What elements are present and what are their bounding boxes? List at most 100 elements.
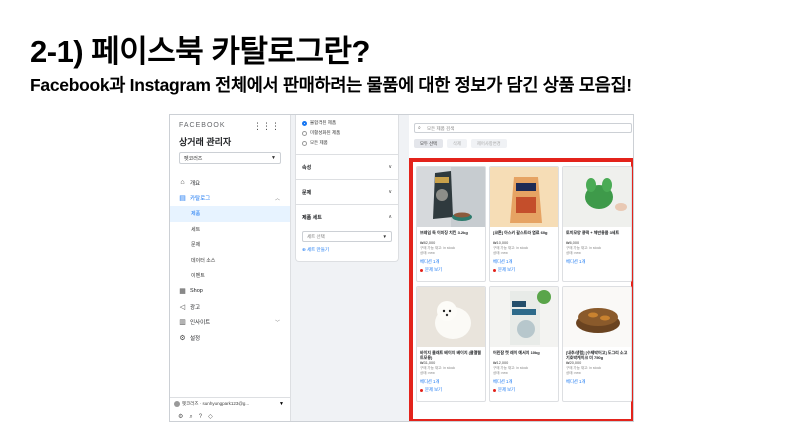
filter-option-rejected[interactable]: 불합격된 제품 bbox=[296, 118, 398, 128]
section-label: 속성 bbox=[302, 164, 312, 171]
sidebar-nav: ⌂ 개요 ▤ 카탈로그 ︿ 제품 세트 문제 데이터 소스 이벤트 ▦ Shop… bbox=[170, 175, 290, 346]
commerce-manager-screenshot: FACEBOOK ⋮⋮⋮ 상거래 관리자 펫코러즈 ▼ ⌂ 개요 ▤ 카탈로그 … bbox=[169, 114, 634, 422]
sidebar-item-label: 문제 bbox=[191, 242, 201, 249]
search-input[interactable]: ⌕ 모든 제품 검색 bbox=[414, 123, 632, 133]
delete-button[interactable]: 삭제 bbox=[447, 139, 467, 148]
filter-option-all[interactable]: 모든 제품 bbox=[296, 138, 398, 148]
chevron-down-icon: ∨ bbox=[388, 164, 392, 170]
product-name: 어린잠 캣 레이 예서지 10kg bbox=[493, 350, 540, 355]
account-label: 펫코러즈 · sunhyungpark123@g... bbox=[182, 401, 250, 406]
product-card[interactable]: [코튼] 아스키 갈스트라 염료 60g ₩10,000 구매 가능 재고: i… bbox=[489, 166, 559, 282]
sidebar-item-label: 카탈로그 bbox=[190, 196, 211, 203]
product-name: [코튼] 아스키 갈스트라 염료 60g bbox=[493, 230, 548, 235]
product-card[interactable]: 토끼모양 콩떡 + 체반용품 3세트 ₩6,000 구매 가능 재고: in s… bbox=[562, 166, 632, 282]
filter-section-attributes[interactable]: 속성 ∨ bbox=[296, 154, 398, 179]
set-select[interactable]: 세트 선택 ▼ bbox=[302, 231, 392, 242]
product-card[interactable]: [내추/생럼] [수제박어고] 도그리 소고기호박케이크 미 750g ₩20,… bbox=[562, 286, 632, 402]
error-dot-icon bbox=[493, 388, 496, 392]
error-dot-icon bbox=[420, 388, 423, 392]
sidebar-item-settings[interactable]: ⚙ 설정 bbox=[170, 330, 290, 346]
sidebar-item-data-sources[interactable]: 데이터 소스 bbox=[170, 253, 290, 269]
product-name: 브레임 득 이미징 치킨 3.2kg bbox=[420, 230, 468, 235]
section-label: 문제 bbox=[302, 189, 312, 196]
product-image-white-dog bbox=[417, 287, 485, 347]
view-issue-link[interactable]: 문제 보기 bbox=[417, 265, 485, 273]
product-version-link[interactable]: 베디션 1개 bbox=[490, 256, 558, 265]
sidebar-item-label: 개요 bbox=[190, 180, 201, 187]
sidebar-item-sets[interactable]: 세트 bbox=[170, 222, 290, 238]
chevron-down-icon: ﹀ bbox=[274, 319, 280, 326]
product-card[interactable]: 어린잠 캣 레이 예서지 10kg ₩12,000 구매 가능 재고: in s… bbox=[489, 286, 559, 402]
sidebar-item-issues[interactable]: 문제 bbox=[170, 237, 290, 253]
product-version-link[interactable]: 베디션 1개 bbox=[563, 256, 631, 265]
filter-option-label: 불합격된 제품 bbox=[310, 120, 337, 125]
sidebar-item-label: 데이터 소스 bbox=[191, 257, 216, 264]
home-icon: ⌂ bbox=[180, 179, 185, 187]
radio-selected[interactable] bbox=[302, 120, 307, 126]
settings-icon[interactable]: ⚙ bbox=[178, 414, 189, 420]
product-version-link[interactable]: 베디션 1개 bbox=[563, 376, 631, 385]
make-set-link[interactable]: ⊕ 세트 만들기 bbox=[302, 247, 392, 253]
product-version-link[interactable]: 베디션 1개 bbox=[490, 376, 558, 385]
select-all-button[interactable]: 모두 선택 bbox=[414, 139, 444, 148]
product-image-dog-food-bag bbox=[417, 167, 485, 227]
error-dot-icon bbox=[420, 268, 423, 272]
set-select-placeholder: 세트 선택 bbox=[307, 234, 325, 239]
sidebar-item-insights[interactable]: ▥ 인사이트 ﹀ bbox=[170, 315, 290, 331]
sidebar-item-label: 설정 bbox=[190, 335, 201, 342]
bell-icon[interactable]: ◇ bbox=[208, 414, 219, 420]
catalog-icon: ▤ bbox=[179, 195, 186, 203]
shop-icon: ▦ bbox=[179, 288, 186, 296]
filters-panel: 불합격된 제품 미활성화된 제품 모든 제품 속성 ∨ 문제 ∨ 제품 세트 ∧… bbox=[295, 115, 399, 262]
caret-down-icon: ▼ bbox=[271, 155, 276, 161]
product-name: 바이지 클래트 베이지 베이지 (클앨캘트모용) bbox=[420, 350, 481, 360]
help-icon[interactable]: ? bbox=[199, 414, 208, 420]
error-dot-icon bbox=[493, 268, 496, 272]
chevron-down-icon: ∨ bbox=[388, 189, 392, 195]
sidebar-item-products[interactable]: 제품 bbox=[170, 206, 290, 222]
edit-button[interactable]: 제어사항변경 bbox=[470, 139, 507, 148]
business-select-value: 펫코러즈 bbox=[184, 156, 203, 162]
sidebar-item-events[interactable]: 이벤트 bbox=[170, 268, 290, 284]
sidebar-item-label: 이벤트 bbox=[191, 273, 205, 280]
search-placeholder: 모든 제품 검색 bbox=[427, 126, 455, 131]
apps-grid-icon[interactable]: ⋮⋮⋮ bbox=[253, 121, 280, 132]
product-list-area: ⌕ 모든 제품 검색 모두 선택 삭제 제어사항변경 브레임 득 이미징 치킨 … bbox=[409, 115, 633, 421]
sidebar-item-label: 세트 bbox=[191, 226, 201, 233]
sidebar-item-overview[interactable]: ⌂ 개요 bbox=[170, 175, 290, 191]
sidebar-item-ads[interactable]: ◁ 광고 bbox=[170, 299, 290, 315]
radio[interactable] bbox=[302, 140, 307, 146]
account-switcher[interactable]: 펫코러즈 · sunhyungpark123@g... ▼ ⚙⌕?◇ bbox=[170, 397, 290, 421]
sidebar-item-catalog[interactable]: ▤ 카탈로그 ︿ bbox=[170, 191, 290, 207]
product-name: [내추/생럼] [수제박어고] 도그리 소고기호박케이크 미 750g bbox=[566, 350, 628, 360]
product-name: 토끼모양 콩떡 + 체반용품 3세트 bbox=[566, 230, 620, 235]
section-label: 제품 세트 bbox=[302, 214, 322, 221]
page-title: 상거래 관리자 bbox=[179, 137, 232, 147]
view-issue-link[interactable]: 문제 보기 bbox=[417, 385, 485, 393]
radio[interactable] bbox=[302, 130, 307, 136]
filter-section-product-sets[interactable]: 제품 세트 ∧ bbox=[296, 204, 398, 229]
highlight-box: 브레임 득 이미징 치킨 3.2kg ₩82,000 구매 가능 재고: in … bbox=[409, 158, 633, 421]
sidebar-item-label: 광고 bbox=[190, 304, 201, 311]
view-issue-link[interactable]: 문제 보기 bbox=[490, 265, 558, 273]
search-icon[interactable]: ⌕ bbox=[189, 414, 198, 420]
product-version-link[interactable]: 베디션 1개 bbox=[417, 256, 485, 265]
business-select[interactable]: 펫코러즈 ▼ bbox=[179, 152, 281, 164]
product-card[interactable]: 브레임 득 이미징 치킨 3.2kg ₩82,000 구매 가능 재고: in … bbox=[416, 166, 486, 282]
chevron-up-icon: ︿ bbox=[274, 195, 280, 202]
view-issue-label: 문제 보기 bbox=[498, 267, 516, 272]
footer-icons[interactable]: ⚙⌕?◇ bbox=[178, 413, 219, 421]
filter-option-inactive[interactable]: 미활성화된 제품 bbox=[296, 128, 398, 138]
sidebar-item-shop[interactable]: ▦ Shop bbox=[170, 284, 290, 300]
filter-section-issues[interactable]: 문제 ∨ bbox=[296, 179, 398, 204]
chevron-up-icon: ∧ bbox=[388, 214, 392, 220]
product-image-green-toy bbox=[563, 167, 631, 227]
product-image-dog-cake bbox=[563, 287, 631, 347]
view-issue-link[interactable]: 문제 보기 bbox=[490, 385, 558, 393]
caret-down-icon: ▼ bbox=[279, 401, 284, 407]
product-card[interactable]: 바이지 클래트 베이지 베이지 (클앨캘트모용) ₩31,000 구매 가능 재… bbox=[416, 286, 486, 402]
sidebar: FACEBOOK ⋮⋮⋮ 상거래 관리자 펫코러즈 ▼ ⌂ 개요 ▤ 카탈로그 … bbox=[170, 115, 291, 421]
product-image-cat-food-bag bbox=[490, 287, 558, 347]
product-version-link[interactable]: 베디션 1개 bbox=[417, 376, 485, 385]
slide-subtitle: Facebook과 Instagram 전체에서 판매하려는 물품에 대한 정보… bbox=[30, 75, 632, 95]
